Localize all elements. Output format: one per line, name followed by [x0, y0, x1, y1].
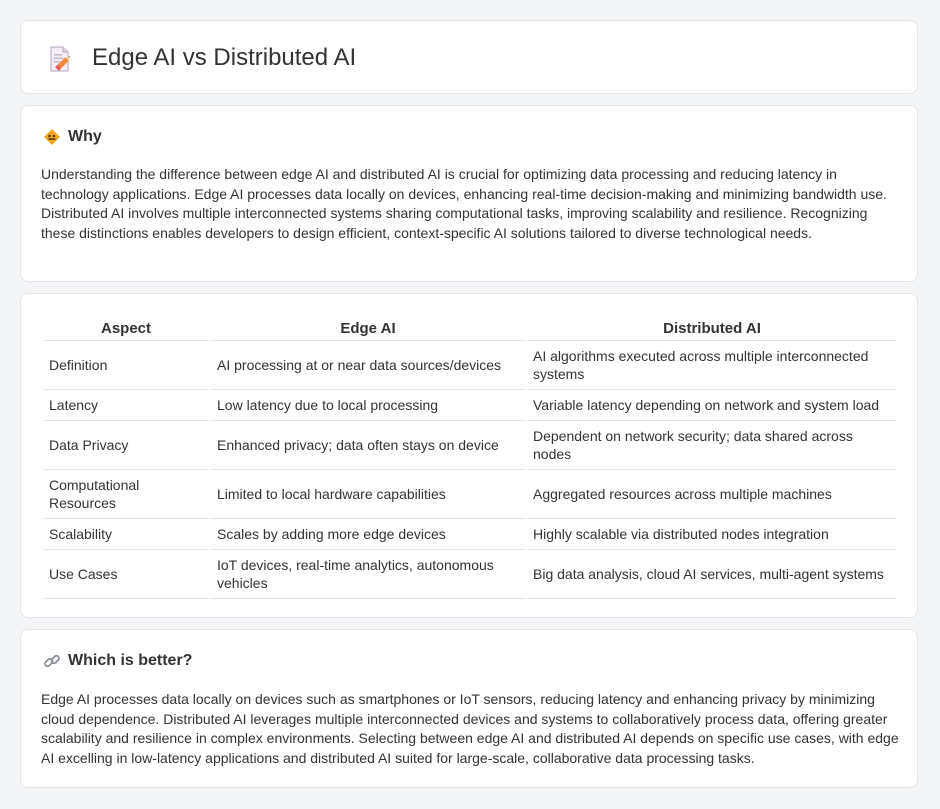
aspect-cell: Latency: [43, 390, 209, 421]
edge-ai-cell: Scales by adding more edge devices: [211, 519, 525, 550]
why-body: Understanding the difference between edg…: [41, 166, 887, 241]
aspect-cell: Use Cases: [43, 550, 209, 599]
which-heading: Which is better?: [68, 652, 193, 669]
column-header-edge-ai: Edge AI: [211, 314, 525, 341]
distributed-ai-cell: Variable latency depending on network an…: [527, 390, 897, 421]
table-row: Definition AI processing at or near data…: [43, 341, 897, 390]
distributed-ai-cell: Dependent on network security; data shar…: [527, 421, 897, 470]
edge-ai-cell: Enhanced privacy; data often stays on de…: [211, 421, 525, 470]
table-row: Scalability Scales by adding more edge d…: [43, 519, 897, 550]
aspect-cell: Definition: [43, 341, 209, 390]
title-card: Edge AI vs Distributed AI: [20, 20, 918, 94]
which-is-better-section: Which is better? Edge AI processes data …: [20, 629, 918, 788]
document-pencil-icon: [50, 46, 70, 72]
page-title: Edge AI vs Distributed AI: [92, 44, 357, 71]
table-row: Latency Low latency due to local process…: [43, 390, 897, 421]
edge-ai-cell: AI processing at or near data sources/de…: [211, 341, 525, 390]
table-row: Computational Resources Limited to local…: [43, 470, 897, 519]
table-row: Use Cases IoT devices, real-time analyti…: [43, 550, 897, 599]
why-heading: Why: [68, 128, 102, 145]
distributed-ai-cell: AI algorithms executed across multiple i…: [527, 341, 897, 390]
edge-ai-cell: IoT devices, real-time analytics, autono…: [211, 550, 525, 599]
edge-ai-cell: Low latency due to local processing: [211, 390, 525, 421]
table-header-row: Aspect Edge AI Distributed AI: [43, 314, 897, 341]
link-icon: [44, 654, 60, 668]
table-row: Data Privacy Enhanced privacy; data ofte…: [43, 421, 897, 470]
comparison-section: Aspect Edge AI Distributed AI Definition…: [20, 293, 918, 618]
which-header: Which is better?: [43, 650, 192, 672]
distributed-ai-cell: Aggregated resources across multiple mac…: [527, 470, 897, 519]
column-header-aspect: Aspect: [43, 314, 209, 341]
distributed-ai-cell: Highly scalable via distributed nodes in…: [527, 519, 897, 550]
which-body: Edge AI processes data locally on device…: [41, 691, 899, 766]
why-header: Why: [43, 126, 102, 148]
warning-sign-icon: [44, 129, 60, 145]
edge-ai-cell: Limited to local hardware capabilities: [211, 470, 525, 519]
aspect-cell: Computational Resources: [43, 470, 209, 519]
distributed-ai-cell: Big data analysis, cloud AI services, mu…: [527, 550, 897, 599]
aspect-cell: Data Privacy: [43, 421, 209, 470]
comparison-table: Aspect Edge AI Distributed AI Definition…: [41, 314, 899, 599]
why-section: Why Understanding the difference between…: [20, 105, 918, 282]
column-header-distributed-ai: Distributed AI: [527, 314, 897, 341]
aspect-cell: Scalability: [43, 519, 209, 550]
